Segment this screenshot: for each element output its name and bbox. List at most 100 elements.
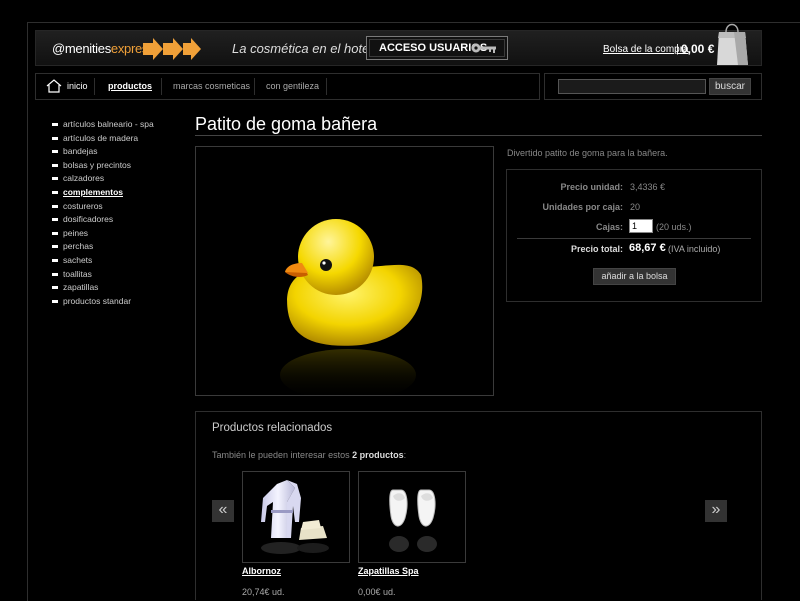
sidebar-item-label: bolsas y precintos	[63, 159, 132, 170]
sidebar-item[interactable]: bandejas	[50, 145, 190, 159]
add-to-bag-button[interactable]: añadir a la bolsa	[593, 268, 676, 285]
bullet-icon	[52, 177, 58, 181]
unit-price-label: Precio unidad:	[560, 182, 623, 192]
sidebar-item[interactable]: productos standar	[50, 295, 190, 309]
boxes-units: (20 uds.)	[656, 222, 692, 232]
related-intro: También le pueden interesar estos 2 prod…	[212, 450, 406, 460]
related-item-image[interactable]	[358, 471, 466, 563]
nav-item-label: inicio	[67, 81, 88, 91]
sidebar-item[interactable]: toallitas	[50, 268, 190, 282]
tagline: La cosmética en el hotel	[232, 41, 373, 56]
logo-prefix: @menities	[52, 41, 111, 56]
sidebar-item[interactable]: peines	[50, 227, 190, 241]
total-price-value: 68,67 €	[629, 242, 666, 254]
nav-divider	[94, 78, 95, 95]
bullet-icon	[52, 258, 58, 262]
sidebar-item-label: zapatillas	[63, 282, 99, 293]
search-button[interactable]: buscar	[709, 78, 751, 95]
sidebar-item[interactable]: calzadores	[50, 172, 190, 186]
related-item-price: 20,74€ ud.	[242, 587, 285, 597]
spa-slippers-image	[389, 489, 437, 552]
bullet-icon	[52, 231, 58, 235]
unit-price-value: 3,4336 €	[630, 182, 666, 192]
price-box: Precio unidad: 3,4336 € Unidades por caj…	[506, 169, 762, 302]
bullet-icon	[52, 299, 58, 303]
main-nav: inicio productos marcas cosmeticas con g…	[35, 73, 540, 100]
nav-divider	[161, 78, 162, 95]
sidebar-item-label: sachets	[63, 254, 93, 265]
sidebar-item-label: perchas	[63, 241, 94, 252]
related-item-name[interactable]: Zapatillas Spa	[358, 566, 419, 576]
sidebar-item-label: peines	[63, 227, 89, 238]
sidebar-item[interactable]: zapatillas	[50, 281, 190, 295]
related-products: Productos relacionados También le pueden…	[195, 411, 762, 600]
related-item-name[interactable]: Albornoz	[242, 566, 281, 576]
bullet-icon	[52, 286, 58, 290]
related-item-price: 0,00€ ud.	[358, 587, 396, 597]
sidebar-item[interactable]: costureros	[50, 200, 190, 214]
sidebar-item[interactable]: bolsas y precintos	[50, 159, 190, 173]
user-access-button[interactable]: ACCESO USUARIOS	[366, 36, 508, 60]
bathrobe-image	[261, 480, 329, 554]
search-input[interactable]	[558, 79, 706, 94]
shopping-bag-icon[interactable]	[716, 18, 750, 66]
product-image[interactable]	[195, 146, 494, 401]
bullet-icon	[52, 136, 58, 140]
bullet-icon	[52, 272, 58, 276]
logo[interactable]: @menitiesexpress	[52, 41, 155, 56]
related-intro-suffix: :	[403, 450, 407, 460]
arrow-icon	[143, 38, 201, 60]
nav-item-marcas[interactable]: marcas cosmeticas	[173, 74, 250, 99]
vat-note: (IVA incluido)	[668, 244, 721, 254]
bullet-icon	[52, 123, 58, 126]
home-icon	[46, 79, 62, 93]
sidebar-item[interactable]: artículos balneario - spa	[50, 118, 190, 132]
bullet-icon	[52, 218, 58, 222]
sidebar-item-label: artículos balneario - spa	[63, 119, 154, 129]
key-icon	[471, 43, 496, 53]
sidebar-item-label: productos standar	[63, 295, 132, 306]
related-item-image[interactable]	[242, 471, 350, 563]
cart-total: 0,00 €	[681, 42, 715, 56]
related-title: Productos relacionados	[212, 422, 333, 434]
rubber-duck-image	[280, 219, 423, 401]
search-box: buscar	[544, 73, 762, 100]
bullet-icon	[52, 245, 58, 249]
nav-item-productos[interactable]: productos	[108, 74, 152, 99]
prev-arrow-icon[interactable]: «	[212, 500, 234, 522]
bullet-icon	[52, 204, 58, 208]
nav-divider	[326, 78, 327, 95]
sidebar-item[interactable]: artículos de madera	[50, 132, 190, 146]
header: @menitiesexpress La cosmética en el hote…	[35, 23, 762, 66]
user-access-label: ACCESO USUARIOS	[379, 42, 488, 54]
sidebar-item-active[interactable]: complementos	[50, 186, 190, 200]
cart-separator: |	[676, 43, 679, 55]
sidebar-item[interactable]: sachets	[50, 254, 190, 268]
units-per-box-label: Unidades por caja:	[542, 202, 623, 212]
total-price-label: Precio total:	[570, 244, 623, 254]
sidebar-item-label: costureros	[63, 200, 103, 211]
nav-divider	[254, 78, 255, 95]
bullet-icon	[52, 163, 58, 167]
related-count: 2 productos	[352, 450, 404, 460]
related-item: Albornoz 20,74€ ud.	[242, 471, 350, 597]
sidebar-item-label: complementos	[63, 186, 123, 197]
title-divider	[195, 135, 762, 136]
sidebar-item-label: artículos de madera	[63, 132, 139, 143]
boxes-quantity-input[interactable]	[629, 219, 653, 233]
sidebar-item-label: calzadores	[63, 173, 105, 184]
next-arrow-icon[interactable]: »	[705, 500, 727, 522]
price-divider	[517, 238, 751, 239]
sidebar-item-label: toallitas	[63, 268, 92, 279]
nav-item-gentileza[interactable]: con gentileza	[266, 74, 319, 99]
sidebar-item-label: bandejas	[63, 146, 98, 157]
category-sidebar: artículos balneario - spa artículos de m…	[50, 118, 190, 308]
related-intro-text: También le pueden interesar estos	[212, 450, 350, 460]
sidebar-item-label: dosificadores	[63, 214, 114, 225]
boxes-label: Cajas:	[595, 222, 623, 232]
sidebar-item[interactable]: dosificadores	[50, 213, 190, 227]
units-per-box-value: 20	[630, 202, 641, 212]
bullet-icon	[52, 150, 58, 154]
page-title: Patito de goma bañera	[195, 114, 378, 134]
sidebar-item[interactable]: perchas	[50, 240, 190, 254]
